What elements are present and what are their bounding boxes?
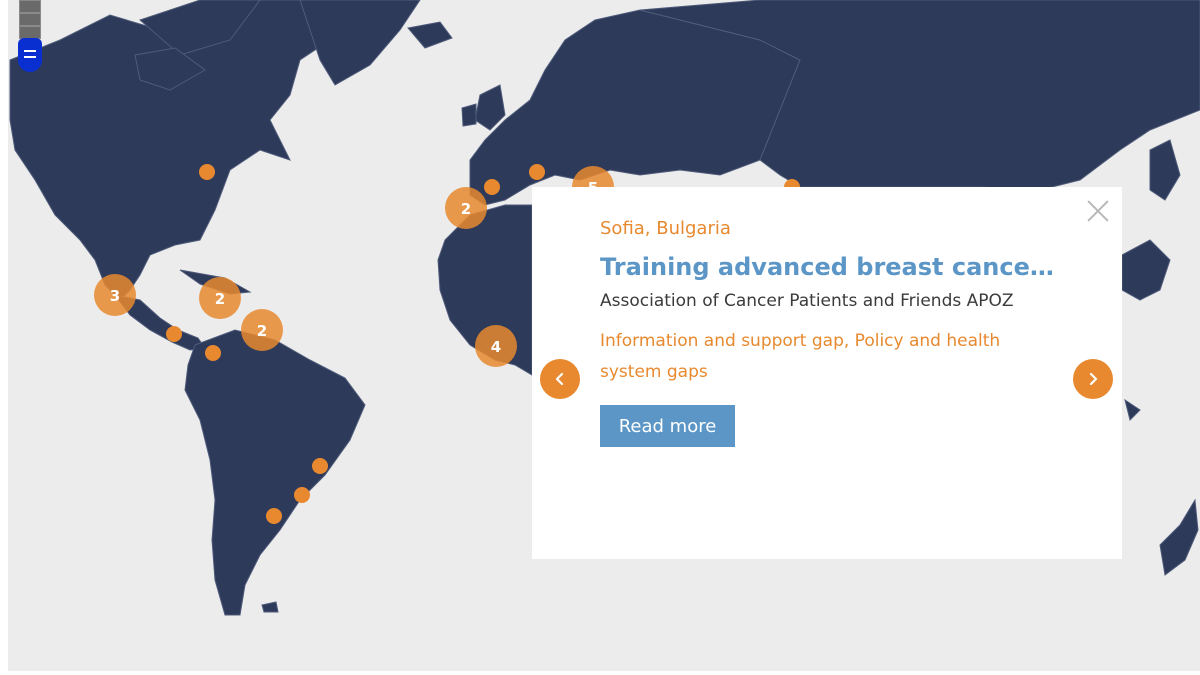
project-organization: Association of Cancer Patients and Frien… [600, 291, 1014, 311]
map-marker[interactable] [529, 164, 545, 180]
map-marker[interactable] [166, 326, 182, 342]
chevron-left-icon [555, 372, 564, 386]
close-icon[interactable] [1086, 199, 1110, 223]
zoom-slider-step[interactable] [19, 13, 41, 26]
cluster-count: 3 [110, 287, 120, 305]
cluster-count: 2 [257, 322, 267, 340]
ireland-land [461, 103, 477, 127]
new-zealand-land [1159, 498, 1199, 576]
cluster-venezuela[interactable]: 2 [241, 309, 283, 351]
map-marker[interactable] [266, 508, 282, 524]
cluster-count: 2 [215, 290, 225, 308]
zoom-slider-handle-icon[interactable] [18, 38, 42, 72]
pacific-islands-land [1121, 239, 1171, 301]
cluster-west-africa[interactable]: 4 [475, 325, 517, 367]
europe-land [469, 9, 801, 206]
greenland-land [299, 0, 421, 86]
indonesia-land [1124, 398, 1141, 421]
japan-land [1149, 139, 1181, 201]
map-bottom-edge [0, 671, 1200, 675]
project-popup: Sofia, Bulgaria Training advanced breast… [532, 187, 1122, 559]
map-left-edge [0, 0, 8, 675]
cluster-count: 2 [461, 200, 471, 218]
project-location: Sofia, Bulgaria [600, 218, 731, 239]
cluster-mexico[interactable]: 3 [94, 274, 136, 316]
project-gaps: Information and support gap, Policy and … [600, 331, 1001, 382]
map-marker[interactable] [312, 458, 328, 474]
cluster-count: 4 [491, 338, 501, 356]
next-project-button[interactable] [1073, 359, 1113, 399]
british-isles-land [474, 84, 506, 131]
map-marker[interactable] [294, 487, 310, 503]
map-marker[interactable] [484, 179, 500, 195]
south-america-land [184, 329, 366, 616]
map-marker[interactable] [205, 345, 221, 361]
zoom-slider-step[interactable] [19, 0, 41, 13]
iceland-land [407, 21, 453, 49]
zoom-slider[interactable] [18, 0, 42, 72]
cluster-iberia[interactable]: 2 [445, 187, 487, 229]
read-more-button[interactable]: Read more [600, 405, 735, 447]
cluster-caribbean[interactable]: 2 [199, 277, 241, 319]
previous-project-button[interactable] [540, 359, 580, 399]
falklands-land [261, 601, 279, 613]
project-title[interactable]: Training advanced breast cancer patient … [600, 253, 1060, 281]
chevron-right-icon [1089, 372, 1098, 386]
map-marker[interactable] [199, 164, 215, 180]
